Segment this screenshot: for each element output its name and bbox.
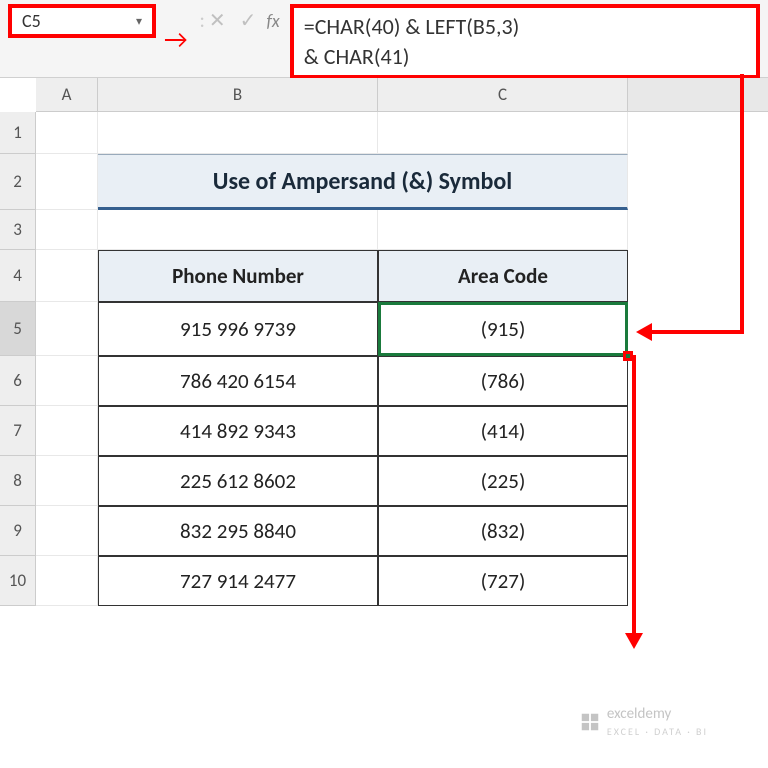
title-text: Use of Ampersand (&) Symbol	[213, 167, 512, 196]
area-0: (915)	[481, 316, 526, 342]
row-10: 10 727 914 2477 (727)	[0, 556, 768, 606]
cell-A9[interactable]	[36, 506, 98, 556]
header-area-text: Area Code	[458, 263, 548, 289]
cell-A1[interactable]	[36, 112, 98, 154]
formula-bar-icons: ✕ ✓	[209, 4, 257, 38]
header-phone-text: Phone Number	[172, 263, 304, 289]
phone-0: 915 996 9739	[180, 316, 296, 342]
col-header-B[interactable]: B	[98, 78, 378, 111]
row-2: 2 Use of Ampersand (&) Symbol	[0, 154, 768, 210]
cell-C10[interactable]: (727)	[378, 556, 628, 606]
phone-5: 727 914 2477	[180, 568, 296, 594]
arrow-down-icon	[625, 633, 643, 649]
formula-line-1: =CHAR(40) & LEFT(B5,3)	[304, 12, 746, 42]
cell-B1[interactable]	[98, 112, 378, 154]
row-header-8[interactable]: 8	[0, 456, 36, 506]
cell-B7[interactable]: 414 892 9343	[98, 406, 378, 456]
row-8: 8 225 612 8602 (225)	[0, 456, 768, 506]
cell-A5[interactable]	[36, 302, 98, 356]
divider: :	[200, 4, 205, 38]
cell-A4[interactable]	[36, 250, 98, 302]
arrow-right-icon: →	[164, 22, 188, 56]
row-7: 7 414 892 9343 (414)	[0, 406, 768, 456]
title-cell[interactable]: Use of Ampersand (&) Symbol	[98, 154, 628, 210]
row-header-7[interactable]: 7	[0, 406, 36, 456]
cell-A2[interactable]	[36, 154, 98, 210]
annotation-line-v2	[632, 355, 636, 635]
col-header-C[interactable]: C	[378, 78, 628, 111]
cell-B6[interactable]: 786 420 6154	[98, 356, 378, 406]
header-area[interactable]: Area Code	[378, 250, 628, 302]
row-header-1[interactable]: 1	[0, 112, 36, 154]
cell-A6[interactable]	[36, 356, 98, 406]
spreadsheet-grid: A B C 1 2 Use of Ampersand (&) Symbol 3 …	[0, 78, 768, 606]
row-header-2[interactable]: 2	[0, 154, 36, 210]
row-3: 3	[0, 210, 768, 250]
watermark-icon	[579, 711, 601, 733]
formula-input[interactable]: =CHAR(40) & LEFT(B5,3) & CHAR(41)	[290, 4, 760, 79]
phone-2: 414 892 9343	[180, 418, 296, 444]
row-header-10[interactable]: 10	[0, 556, 36, 606]
cell-A8[interactable]	[36, 456, 98, 506]
annotation-line-v1	[740, 74, 744, 334]
fill-handle[interactable]	[623, 351, 633, 361]
cell-C3[interactable]	[378, 210, 628, 250]
cell-B3[interactable]	[98, 210, 378, 250]
area-5: (727)	[481, 568, 526, 594]
row-header-3[interactable]: 3	[0, 210, 36, 250]
cell-C7[interactable]: (414)	[378, 406, 628, 456]
cell-B9[interactable]: 832 295 8840	[98, 506, 378, 556]
row-5: 5 915 996 9739 (915)	[0, 302, 768, 356]
row-9: 9 832 295 8840 (832)	[0, 506, 768, 556]
phone-1: 786 420 6154	[180, 368, 296, 394]
formula-line-2: & CHAR(41)	[304, 42, 746, 72]
watermark-name: exceldemy	[607, 705, 708, 723]
row-1: 1	[0, 112, 768, 154]
row-header-6[interactable]: 6	[0, 356, 36, 406]
row-header-5[interactable]: 5	[0, 302, 36, 356]
cell-B8[interactable]: 225 612 8602	[98, 456, 378, 506]
formula-bar: C5 ▾ → : ✕ ✓ fx =CHAR(40) & LEFT(B5,3) &…	[0, 0, 768, 78]
cell-B5[interactable]: 915 996 9739	[98, 302, 378, 356]
area-2: (414)	[481, 418, 526, 444]
cell-A10[interactable]	[36, 556, 98, 606]
watermark-sub: EXCEL · DATA · BI	[607, 725, 708, 738]
cell-A7[interactable]	[36, 406, 98, 456]
cell-B10[interactable]: 727 914 2477	[98, 556, 378, 606]
header-phone[interactable]: Phone Number	[98, 250, 378, 302]
cell-C5[interactable]: (915)	[378, 302, 628, 356]
phone-4: 832 295 8840	[180, 518, 296, 544]
column-headers: A B C	[36, 78, 768, 112]
row-6: 6 786 420 6154 (786)	[0, 356, 768, 406]
cell-C1[interactable]	[378, 112, 628, 154]
annotation-line-h1	[650, 330, 744, 334]
cell-C8[interactable]: (225)	[378, 456, 628, 506]
arrow-left-icon	[636, 323, 652, 341]
row-header-9[interactable]: 9	[0, 506, 36, 556]
cell-C6[interactable]: (786)	[378, 356, 628, 406]
area-3: (225)	[481, 468, 526, 494]
cancel-icon[interactable]: ✕	[209, 4, 226, 38]
col-header-A[interactable]: A	[36, 78, 98, 111]
area-1: (786)	[481, 368, 526, 394]
name-box-dropdown-icon[interactable]: ▾	[136, 14, 142, 29]
cell-A3[interactable]	[36, 210, 98, 250]
fx-icon[interactable]: fx	[266, 4, 279, 38]
enter-icon[interactable]: ✓	[240, 4, 257, 38]
name-box[interactable]: C5 ▾	[8, 4, 156, 38]
phone-3: 225 612 8602	[180, 468, 296, 494]
name-box-value: C5	[22, 10, 41, 32]
row-4: 4 Phone Number Area Code	[0, 250, 768, 302]
watermark: exceldemy EXCEL · DATA · BI	[579, 705, 708, 738]
area-4: (832)	[481, 518, 526, 544]
row-header-4[interactable]: 4	[0, 250, 36, 302]
cell-C9[interactable]: (832)	[378, 506, 628, 556]
